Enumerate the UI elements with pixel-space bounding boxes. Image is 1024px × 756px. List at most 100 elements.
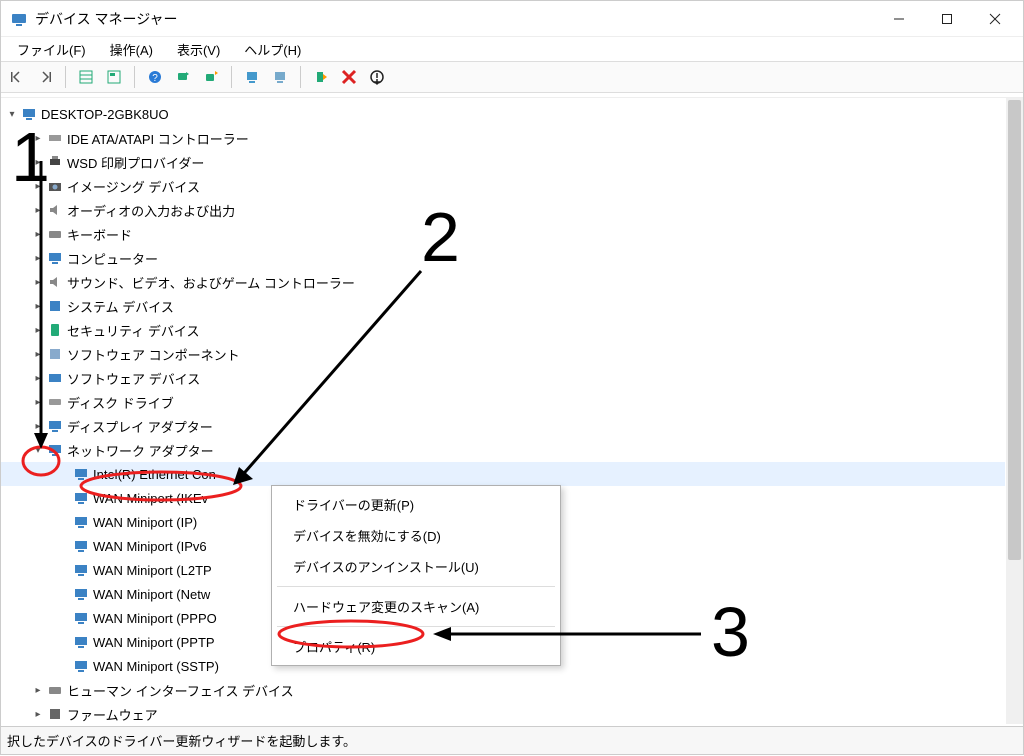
printer-icon: [45, 154, 65, 170]
tree-item[interactable]: ▸ファームウェア: [1, 702, 1005, 724]
network-adapter-icon: [71, 562, 91, 578]
chevron-right-icon[interactable]: ▸: [31, 349, 45, 360]
scroll-thumb[interactable]: [1008, 100, 1021, 560]
speaker-icon: [45, 274, 65, 290]
close-button[interactable]: [971, 1, 1019, 37]
chevron-right-icon[interactable]: ▸: [31, 157, 45, 168]
properties-toolbar-button[interactable]: [102, 65, 126, 89]
keyboard-icon: [45, 226, 65, 242]
network-adapter-icon: [71, 586, 91, 602]
chevron-right-icon[interactable]: ▸: [31, 277, 45, 288]
ctx-separator: [277, 626, 555, 627]
tree-item-network-adapters[interactable]: ▾ネットワーク アダプター: [1, 438, 1005, 462]
chevron-right-icon[interactable]: ▸: [31, 709, 45, 720]
chevron-right-icon[interactable]: ▸: [31, 301, 45, 312]
chevron-right-icon[interactable]: ▸: [31, 397, 45, 408]
chip-icon: [45, 298, 65, 314]
toolbar-separator: [300, 66, 301, 88]
hid-icon: [45, 682, 65, 698]
uninstall-button[interactable]: [337, 65, 361, 89]
chevron-right-icon[interactable]: ▸: [31, 253, 45, 264]
security-icon: [45, 322, 65, 338]
ctx-properties[interactable]: プロパティ(R): [275, 631, 557, 662]
tree-item[interactable]: ▸サウンド、ビデオ、およびゲーム コントローラー: [1, 270, 1005, 294]
window-title: デバイス マネージャー: [35, 9, 875, 29]
context-menu: ドライバーの更新(P) デバイスを無効にする(D) デバイスのアンインストール(…: [271, 485, 561, 666]
disk-icon: [45, 394, 65, 410]
camera-icon: [45, 178, 65, 194]
speaker-icon: [45, 202, 65, 218]
ctx-scan-hardware[interactable]: ハードウェア変更のスキャン(A): [275, 591, 557, 622]
device1-button[interactable]: [240, 65, 264, 89]
chevron-right-icon[interactable]: ▸: [31, 325, 45, 336]
help-button[interactable]: ?: [143, 65, 167, 89]
ctx-disable-device[interactable]: デバイスを無効にする(D): [275, 520, 557, 551]
chevron-right-icon[interactable]: ▸: [31, 133, 45, 144]
tree-root[interactable]: ▾ DESKTOP-2GBK8UO: [1, 102, 1005, 126]
chevron-right-icon[interactable]: ▸: [31, 373, 45, 384]
ctx-uninstall-device[interactable]: デバイスのアンインストール(U): [275, 551, 557, 582]
chevron-right-icon[interactable]: ▸: [31, 181, 45, 192]
ctx-separator: [277, 586, 555, 587]
tree-item[interactable]: ▸ディスプレイ アダプター: [1, 414, 1005, 438]
chevron-right-icon[interactable]: ▸: [31, 685, 45, 696]
tree-item[interactable]: ▸コンピューター: [1, 246, 1005, 270]
tree-item[interactable]: ▸WSD 印刷プロバイダー: [1, 150, 1005, 174]
network-adapter-icon: [71, 514, 91, 530]
chevron-down-icon[interactable]: ▾: [5, 109, 19, 120]
menu-action[interactable]: 操作(A): [100, 38, 163, 61]
disable-button[interactable]: [365, 65, 389, 89]
network-adapter-icon: [71, 490, 91, 506]
forward-button[interactable]: [33, 65, 57, 89]
tree-item[interactable]: ▸ヒューマン インターフェイス デバイス: [1, 678, 1005, 702]
toolbar-separator: [65, 66, 66, 88]
toolbar-separator: [134, 66, 135, 88]
show-hidden-button[interactable]: [74, 65, 98, 89]
svg-text:?: ?: [152, 73, 158, 84]
tree-item[interactable]: ▸イメージング デバイス: [1, 174, 1005, 198]
tree-item[interactable]: ▸ソフトウェア コンポーネント: [1, 342, 1005, 366]
menu-bar: ファイル(F) 操作(A) 表示(V) ヘルプ(H): [1, 37, 1023, 61]
chevron-right-icon[interactable]: ▸: [31, 205, 45, 216]
tree-item[interactable]: ▸ソフトウェア デバイス: [1, 366, 1005, 390]
software-icon: [45, 370, 65, 386]
ctx-update-driver[interactable]: ドライバーの更新(P): [275, 489, 557, 520]
tree-item[interactable]: ▸IDE ATA/ATAPI コントローラー: [1, 126, 1005, 150]
toolbar: ?: [1, 61, 1023, 93]
tree-item-intel-ethernet[interactable]: Intel(R) Ethernet Con: [1, 462, 1005, 486]
toolbar-separator: [231, 66, 232, 88]
menu-view[interactable]: 表示(V): [167, 38, 230, 61]
display-icon: [45, 418, 65, 434]
controller-icon: [45, 130, 65, 146]
chevron-down-icon[interactable]: ▾: [31, 445, 45, 456]
menu-file[interactable]: ファイル(F): [7, 38, 96, 61]
network-adapter-icon: [71, 538, 91, 554]
tree-item[interactable]: ▸システム デバイス: [1, 294, 1005, 318]
update-driver-button[interactable]: [199, 65, 223, 89]
tree-item[interactable]: ▸オーディオの入力および出力: [1, 198, 1005, 222]
back-button[interactable]: [5, 65, 29, 89]
computer-icon: [45, 250, 65, 266]
maximize-button[interactable]: [923, 1, 971, 37]
device2-button[interactable]: [268, 65, 292, 89]
component-icon: [45, 346, 65, 362]
device-manager-icon: [11, 11, 27, 27]
chevron-right-icon[interactable]: ▸: [31, 229, 45, 240]
network-adapter-icon: [71, 466, 91, 482]
firmware-icon: [45, 706, 65, 722]
tree-item[interactable]: ▸ディスク ドライブ: [1, 390, 1005, 414]
tree-item[interactable]: ▸セキュリティ デバイス: [1, 318, 1005, 342]
chevron-right-icon[interactable]: ▸: [31, 421, 45, 432]
menu-help[interactable]: ヘルプ(H): [234, 38, 311, 61]
network-adapter-icon: [71, 658, 91, 674]
minimize-button[interactable]: [875, 1, 923, 37]
tree-item[interactable]: ▸キーボード: [1, 222, 1005, 246]
enable-button[interactable]: [309, 65, 333, 89]
title-bar: デバイス マネージャー: [1, 1, 1023, 37]
status-bar: 択したデバイスのドライバー更新ウィザードを起動します。: [1, 726, 1023, 754]
vertical-scrollbar[interactable]: [1006, 98, 1023, 724]
scan-button[interactable]: [171, 65, 195, 89]
network-adapter-icon: [71, 634, 91, 650]
computer-icon: [19, 106, 39, 122]
network-icon: [45, 442, 65, 458]
